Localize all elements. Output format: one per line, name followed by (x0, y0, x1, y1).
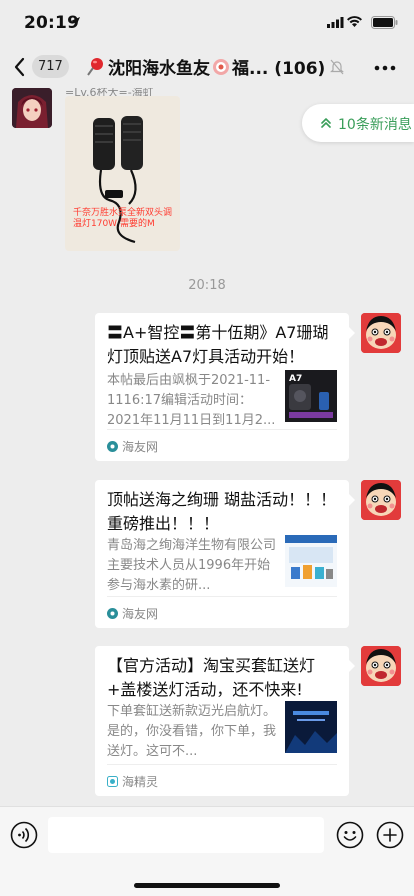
new-messages-label: 10条新消息 (338, 117, 412, 133)
my-avatar[interactable] (361, 646, 401, 686)
link-card-source: 海友网 (107, 438, 158, 455)
chat-header: 717 沈阳海水鱼友 福... (106) (0, 46, 414, 88)
input-bar (0, 806, 414, 896)
haiyou-logo-icon (107, 608, 118, 619)
message-timestamp: 20:18 (188, 278, 226, 293)
plus-circle-icon[interactable] (376, 821, 404, 849)
voice-icon[interactable] (10, 821, 38, 849)
member-count: (106) (274, 59, 326, 79)
link-card-title: 顶帖送海之绚珊 瑚盐活动！！！ 重磅推出！！！ (107, 490, 337, 533)
chat-title-text: 沈阳海水鱼友 (108, 59, 210, 79)
link-card-source: 海友网 (107, 605, 158, 622)
cellular-signal-icon (327, 17, 344, 28)
link-card-source-name: 海友网 (122, 607, 159, 621)
chat-history[interactable]: =Lv.6杯大=-海虹 千奈万胜水泵全新双头调温灯170W 需要的M 10条新消… (0, 88, 414, 806)
wifi-icon (347, 16, 362, 27)
link-card-source-name: 海精灵 (122, 775, 159, 789)
link-card[interactable]: 顶帖送海之绚珊 瑚盐活动！！！ 重磅推出！！！ 青岛海之绚海洋生物有限公司主要技… (95, 480, 355, 628)
chat-title[interactable]: 沈阳海水鱼友 福... (106) (86, 54, 326, 79)
home-indicator (134, 883, 280, 888)
battery-icon (371, 16, 398, 29)
link-card[interactable]: 【官方活动】淘宝买套缸送灯+盖楼送灯活动，还不快来! 下单套缸送新款迈光启航灯。… (95, 646, 355, 796)
chat-title-suffix: 福... (232, 59, 269, 79)
image-caption: 千奈万胜水泵全新双头调温灯170W 需要的M (73, 208, 173, 229)
link-card-description: 本帖最后由飒枫于2021-11-1116:17编辑活动时间：2021年11月11… (107, 373, 276, 428)
back-chevron-icon[interactable] (12, 56, 28, 78)
double-chevron-up-icon (321, 118, 331, 128)
link-card-title: 〓A+智控〓第十伍期》A7珊瑚灯顶贴送A7灯具活动开始！ (107, 323, 329, 366)
card-divider (107, 764, 337, 765)
haiyou-logo-icon (107, 441, 118, 452)
more-dots-icon[interactable] (374, 65, 396, 71)
pin-emoji-icon (87, 58, 103, 76)
link-card-thumbnail: A7 (285, 370, 337, 422)
card-divider (107, 429, 337, 430)
location-arrow-icon (71, 17, 80, 26)
image-message[interactable]: 千奈万胜水泵全新双头调温灯170W 需要的M (65, 96, 180, 251)
link-card-source-name: 海友网 (122, 440, 159, 454)
sender-avatar[interactable] (12, 88, 52, 128)
bell-slash-icon (330, 59, 344, 75)
link-card[interactable]: 〓A+智控〓第十伍期》A7珊瑚灯顶贴送A7灯具活动开始！ 本帖最后由飒枫于202… (95, 313, 355, 461)
link-card-thumbnail (285, 701, 337, 753)
fish-emoji-icon (213, 59, 229, 75)
link-card-source: 海精灵 (107, 773, 158, 790)
link-card-title: 【官方活动】淘宝买套缸送灯+盖楼送灯活动，还不快来! (107, 656, 316, 699)
card-divider (107, 596, 337, 597)
new-messages-button[interactable]: 10条新消息 (302, 104, 414, 142)
haijingling-logo-icon (107, 776, 118, 787)
message-input[interactable] (48, 817, 324, 853)
link-card-description: 青岛海之绚海洋生物有限公司主要技术人员从1996年开始参与海水素的研... (107, 538, 277, 593)
unread-count-badge[interactable]: 717 (32, 55, 69, 78)
thumbnail-label: A7 (289, 374, 302, 384)
emoji-icon[interactable] (336, 821, 364, 849)
my-avatar[interactable] (361, 480, 401, 520)
link-card-description: 下单套缸送新款迈光启航灯。是的，你没看错，你下单，我送灯。这可不... (107, 704, 277, 759)
link-card-thumbnail (285, 535, 337, 587)
status-bar: 20:19 (0, 0, 414, 46)
my-avatar[interactable] (361, 313, 401, 353)
